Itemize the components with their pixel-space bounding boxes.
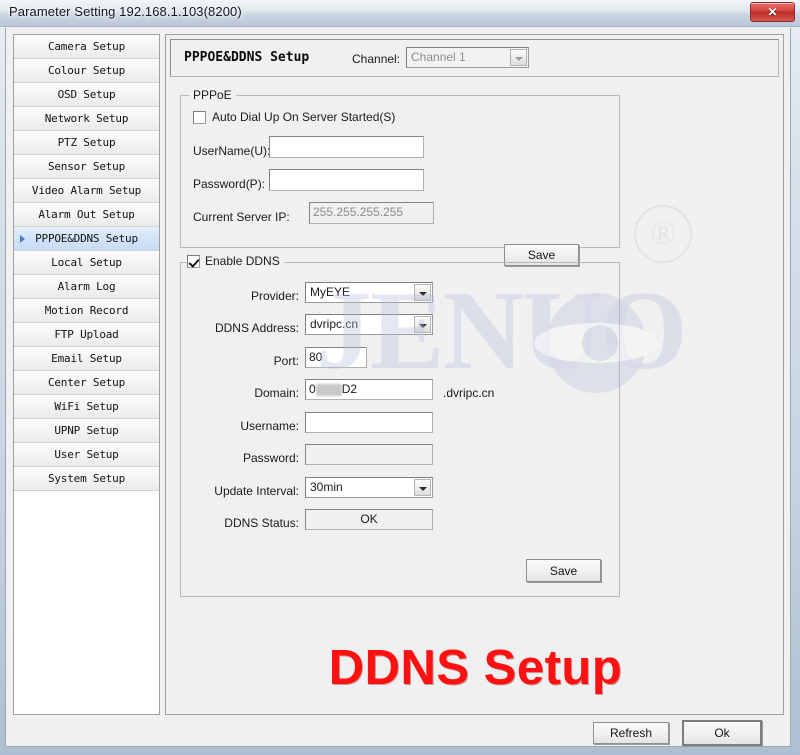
sidebar-item-label: UPNP Setup [54, 424, 119, 437]
sidebar-item-label: Alarm Out Setup [38, 208, 135, 221]
sidebar-item-center-setup[interactable]: Center Setup [14, 371, 159, 395]
sidebar-item-video-alarm-setup[interactable]: Video Alarm Setup [14, 179, 159, 203]
chevron-down-icon[interactable] [414, 316, 431, 333]
sidebar-item-label: Network Setup [44, 112, 129, 125]
sidebar-nav[interactable]: Camera Setup Colour Setup OSD Setup Network… [13, 34, 160, 715]
sidebar-item-label: OSD Setup [57, 88, 116, 101]
sidebar-item-alarm-out-setup[interactable]: Alarm Out Setup [14, 203, 159, 227]
pppoe-legend: PPPoE [189, 88, 236, 102]
sidebar-item-local-setup[interactable]: Local Setup [14, 251, 159, 275]
auto-dial-checkbox[interactable] [193, 110, 206, 124]
sidebar-item-label: Center Setup [47, 376, 126, 389]
sidebar-item-network-setup[interactable]: Network Setup [14, 107, 159, 131]
close-button[interactable]: ✕ [750, 2, 795, 22]
sidebar-item-label: Camera Setup [47, 40, 126, 53]
ddns-domain-input[interactable]: 0 D2 [305, 379, 433, 400]
ddns-domain-tail: .dvripc.cn [443, 386, 495, 400]
auto-dial-checkbox-row[interactable]: Auto Dial Up On Server Started(S) [193, 110, 395, 124]
ddns-address-label: DDNS Address: [214, 321, 299, 335]
sidebar-item-label: Motion Record [44, 304, 129, 317]
ddns-interval-label: Update Interval: [214, 484, 299, 498]
ddns-username-label: Username: [240, 419, 299, 433]
ddns-password-label: Password: [242, 451, 299, 465]
main-panel: PPPOE&DDNS Setup Channel: Channel 1 PPPo… [165, 34, 784, 715]
ddns-provider-value: MyEYE [310, 285, 351, 299]
ddns-password-input [305, 444, 433, 465]
sidebar-item-ftp-upload[interactable]: FTP Upload [14, 323, 159, 347]
sidebar-item-label: FTP Upload [54, 328, 119, 341]
chevron-down-icon [510, 49, 527, 66]
ddns-port-input[interactable]: 80 [305, 347, 367, 368]
page-header: PPPOE&DDNS Setup Channel: Channel 1 [170, 39, 779, 77]
auto-dial-label: Auto Dial Up On Server Started(S) [212, 110, 396, 124]
ddns-domain-suffix: D2 [341, 382, 358, 396]
chevron-down-icon[interactable] [414, 284, 431, 301]
ddns-setup-overlay-text: DDNS Setup [328, 641, 623, 695]
enable-ddns-row[interactable]: Enable DDNS [187, 254, 284, 268]
sidebar-item-label: System Setup [47, 472, 126, 485]
channel-label: Channel: [352, 52, 401, 66]
sidebar-item-label: WiFi Setup [54, 400, 119, 413]
sidebar-item-pppoe-ddns-setup[interactable]: PPPOE&DDNS Setup [14, 227, 159, 251]
sidebar-item-colour-setup[interactable]: Colour Setup [14, 59, 159, 83]
sidebar-item-upnp-setup[interactable]: UPNP Setup [14, 419, 159, 443]
ddns-interval-select[interactable]: 30min [305, 477, 433, 498]
ok-button[interactable]: Ok [682, 720, 762, 746]
sidebar-item-label: User Setup [54, 448, 119, 461]
sidebar-item-label: Video Alarm Setup [31, 184, 142, 197]
registered-mark-icon: ® [634, 205, 692, 263]
sidebar-item-user-setup[interactable]: User Setup [14, 443, 159, 467]
sidebar-item-email-setup[interactable]: Email Setup [14, 347, 159, 371]
pppoe-username-input[interactable] [269, 136, 424, 158]
channel-select[interactable]: Channel 1 [406, 47, 529, 68]
ddns-address-value: dvripc.cn [310, 317, 359, 331]
sidebar-item-motion-record[interactable]: Motion Record [14, 299, 159, 323]
ddns-username-input[interactable] [305, 412, 433, 433]
pppoe-groupbox: PPPoE Auto Dial Up On Server Started(S) … [180, 88, 620, 266]
ddns-groupbox: Enable DDNS Provider: MyEYE DDNS Address… [180, 254, 620, 597]
sidebar-item-wifi-setup[interactable]: WiFi Setup [14, 395, 159, 419]
close-icon: ✕ [767, 5, 778, 19]
pppoe-password-label: Password(P): [193, 177, 266, 191]
sidebar-item-system-setup[interactable]: System Setup [14, 467, 159, 491]
page-title: PPPOE&DDNS Setup [184, 50, 310, 65]
sidebar-item-label: Colour Setup [47, 64, 126, 77]
ddns-provider-label: Provider: [250, 289, 299, 303]
window-title: Parameter Setting 192.168.1.103(8200) [9, 4, 242, 19]
sidebar-item-osd-setup[interactable]: OSD Setup [14, 83, 159, 107]
window-titlebar: Parameter Setting 192.168.1.103(8200) ✕ [0, 0, 800, 27]
sidebar-item-label: Local Setup [51, 256, 122, 269]
sidebar-item-label: PTZ Setup [57, 136, 116, 149]
pppoe-password-input[interactable] [269, 169, 424, 191]
sidebar-item-sensor-setup[interactable]: Sensor Setup [14, 155, 159, 179]
ddns-provider-select[interactable]: MyEYE [305, 282, 433, 303]
channel-select-value: Channel 1 [411, 50, 466, 64]
parameter-setting-window: Parameter Setting 192.168.1.103(8200) ✕ … [0, 0, 800, 755]
selection-arrow-icon [20, 235, 25, 243]
pppoe-username-label: UserName(U): [193, 144, 271, 158]
ddns-address-select[interactable]: dvripc.cn [305, 314, 433, 335]
ddns-domain-prefix: 0 [309, 382, 316, 396]
enable-ddns-label: Enable DDNS [205, 254, 280, 268]
sidebar-item-ptz-setup[interactable]: PTZ Setup [14, 131, 159, 155]
pppoe-server-ip-value: 255.255.255.255 [309, 202, 434, 224]
sidebar-item-label: Sensor Setup [47, 160, 126, 173]
refresh-button[interactable]: Refresh [593, 722, 669, 744]
enable-ddns-checkbox[interactable] [187, 254, 200, 268]
sidebar-item-alarm-log[interactable]: Alarm Log [14, 275, 159, 299]
chevron-down-icon[interactable] [414, 479, 431, 496]
ddns-interval-value: 30min [310, 480, 343, 494]
ddns-status-label: DDNS Status: [224, 516, 299, 530]
sidebar-item-camera-setup[interactable]: Camera Setup [14, 35, 159, 59]
client-area: Camera Setup Colour Setup OSD Setup Network… [5, 28, 791, 747]
sidebar-item-label: Alarm Log [57, 280, 116, 293]
ddns-port-label: Port: [273, 354, 299, 368]
ddns-save-button[interactable]: Save [526, 559, 601, 582]
pppoe-server-ip-label: Current Server IP: [193, 210, 290, 224]
ddns-domain-label: Domain: [254, 386, 299, 400]
ddns-status-value: OK [305, 509, 433, 530]
redacted-block [315, 383, 342, 396]
sidebar-item-label: PPPOE&DDNS Setup [35, 232, 138, 245]
sidebar-item-label: Email Setup [51, 352, 122, 365]
